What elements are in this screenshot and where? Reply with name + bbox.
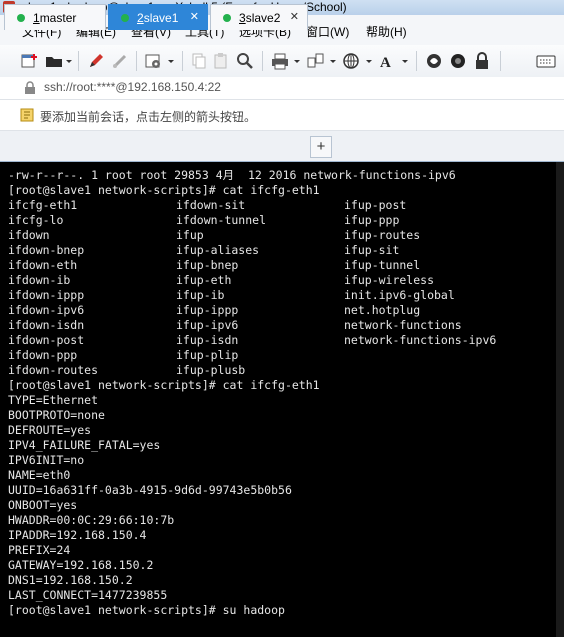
new-tab-button[interactable]: + bbox=[310, 136, 332, 158]
ls-entry: net.hotplug bbox=[344, 303, 421, 317]
terminal-line: BOOTPROTO=none bbox=[8, 408, 105, 422]
copy-icon[interactable] bbox=[190, 51, 208, 71]
status-dot bbox=[223, 13, 231, 22]
tab-master[interactable]: 1 master bbox=[4, 4, 106, 30]
tab-label: master bbox=[39, 10, 77, 25]
paste-icon[interactable] bbox=[212, 51, 230, 71]
ls-entry: ifup-plip bbox=[176, 348, 239, 362]
menu-help[interactable]: 帮助(H) bbox=[366, 23, 407, 40]
terminal-line: [root@slave1 network-scripts]# su hadoop bbox=[8, 603, 285, 617]
terminal-line: GATEWAY=192.168.150.2 bbox=[8, 558, 154, 572]
tab-slave1[interactable]: 2 slave1 ✕ bbox=[108, 4, 208, 30]
svg-text:A: A bbox=[380, 55, 391, 70]
ls-entry: ifdown-routes bbox=[8, 363, 99, 377]
ls-entry: ifup-routes bbox=[344, 228, 421, 242]
ls-entry: ifup-tunnel bbox=[344, 258, 421, 272]
menu-window[interactable]: 窗口(W) bbox=[306, 23, 349, 40]
ls-entry: ifdown-eth bbox=[8, 258, 78, 272]
toolbar: A bbox=[0, 45, 564, 78]
ls-entry: ifdown-ipv6 bbox=[8, 303, 85, 317]
terminal-line: LAST_CONNECT=1477239855 bbox=[8, 588, 168, 602]
address-bar[interactable]: ssh://root:****@192.168.150.4:22 bbox=[0, 77, 564, 100]
terminal-line: IPV4_FAILURE_FATAL=yes bbox=[8, 438, 161, 452]
ls-entry: ifup-aliases bbox=[176, 243, 260, 257]
terminal-line: NAME=eth0 bbox=[8, 468, 71, 482]
transfer-icon[interactable] bbox=[306, 51, 338, 71]
ls-entry: ifup-ppp bbox=[344, 213, 400, 227]
tab-slave2[interactable]: 3 slave2 ✕ bbox=[210, 4, 308, 30]
font-icon[interactable]: A bbox=[378, 51, 410, 71]
tab-number: 1 bbox=[33, 10, 40, 25]
ls-entry: ifup-eth bbox=[176, 273, 232, 287]
tab-number: 3 bbox=[239, 10, 246, 25]
ls-entry: ifdown bbox=[8, 228, 50, 242]
ls-entry: ifcfg-eth1 bbox=[8, 198, 78, 212]
new-session-icon[interactable] bbox=[20, 51, 40, 71]
pen-icon[interactable] bbox=[86, 51, 106, 71]
terminal-line: -rw-r--r--. 1 root root 29853 4月 12 2016… bbox=[8, 168, 456, 182]
ls-entry: ifup-ipv6 bbox=[176, 318, 239, 332]
hint-text: 要添加当前会话，点击左侧的箭头按钮。 bbox=[40, 110, 257, 124]
bookmark-icon[interactable] bbox=[20, 108, 34, 122]
properties-icon[interactable] bbox=[144, 51, 176, 71]
close-icon[interactable]: ✕ bbox=[190, 10, 199, 23]
ls-entry: ifcfg-lo bbox=[8, 213, 64, 227]
ls-entry: ifdown-isdn bbox=[8, 318, 85, 332]
ls-entry: ifup-wireless bbox=[344, 273, 435, 287]
ls-entry: ifup bbox=[176, 228, 204, 242]
link-icon[interactable] bbox=[110, 51, 130, 71]
ls-entry: ifdown-post bbox=[8, 333, 85, 347]
ls-entry: ifup-ippp bbox=[176, 303, 239, 317]
ls-entry: ifdown-ippp bbox=[8, 288, 85, 302]
terminal-line: HWADDR=00:0C:29:66:10:7b bbox=[8, 513, 175, 527]
terminal-line: TYPE=Ethernet bbox=[8, 393, 99, 407]
ls-entry: ifdown-ib bbox=[8, 273, 71, 287]
terminal-line: IPV6INIT=no bbox=[8, 453, 85, 467]
print-icon[interactable] bbox=[270, 51, 302, 71]
terminal-scrollbar[interactable] bbox=[556, 162, 564, 637]
status-dot bbox=[17, 13, 25, 22]
ls-entry: ifup-sit bbox=[344, 243, 400, 257]
script-icon[interactable] bbox=[424, 51, 444, 71]
ls-entry: ifup-ib bbox=[176, 288, 225, 302]
open-folder-icon[interactable] bbox=[44, 51, 72, 71]
terminal-line: [root@slave1 network-scripts]# cat ifcfg… bbox=[8, 378, 320, 392]
ls-entry: ifdown-bnep bbox=[8, 243, 85, 257]
ls-entry: network-functions-ipv6 bbox=[344, 333, 497, 347]
tab-strip bbox=[0, 131, 564, 162]
hint-bar: 要添加当前会话，点击左侧的箭头按钮。 bbox=[0, 100, 564, 131]
terminal-line: [root@slave1 network-scripts]# cat ifcfg… bbox=[8, 183, 320, 197]
lock-icon[interactable] bbox=[472, 51, 492, 71]
terminal-line: UUID=16a631ff-0a3b-4915-9d6d-99743e5b0b5… bbox=[8, 483, 292, 497]
tab-number: 2 bbox=[137, 10, 144, 25]
tab-label: slave1 bbox=[143, 10, 179, 25]
terminal-line: IPADDR=192.168.150.4 bbox=[8, 528, 147, 542]
record-icon[interactable] bbox=[448, 51, 468, 71]
keyboard-icon[interactable] bbox=[536, 51, 556, 71]
ls-entry: ifup-post bbox=[344, 198, 407, 212]
terminal-line: PREFIX=24 bbox=[8, 543, 71, 557]
terminal-line: DNS1=192.168.150.2 bbox=[8, 573, 133, 587]
globe-icon[interactable] bbox=[342, 51, 374, 71]
ls-entry: network-functions bbox=[344, 318, 462, 332]
ls-entry: ifdown-sit bbox=[176, 198, 246, 212]
tab-label: slave2 bbox=[245, 10, 281, 25]
ls-entry: ifdown-tunnel bbox=[176, 213, 267, 227]
close-icon[interactable]: ✕ bbox=[290, 10, 299, 23]
terminal-line: ONBOOT=yes bbox=[8, 498, 78, 512]
find-icon[interactable] bbox=[236, 51, 254, 71]
ls-entry: ifdown-ppp bbox=[8, 348, 78, 362]
lock-icon bbox=[25, 81, 35, 94]
ls-entry: ifup-bnep bbox=[176, 258, 239, 272]
terminal-line: DEFROUTE=yes bbox=[8, 423, 92, 437]
address-text: ssh://root:****@192.168.150.4:22 bbox=[44, 80, 221, 94]
ls-entry: init.ipv6-global bbox=[344, 288, 455, 302]
ls-entry: ifup-isdn bbox=[176, 333, 239, 347]
status-dot bbox=[121, 13, 129, 22]
ls-entry: ifup-plusb bbox=[176, 363, 246, 377]
